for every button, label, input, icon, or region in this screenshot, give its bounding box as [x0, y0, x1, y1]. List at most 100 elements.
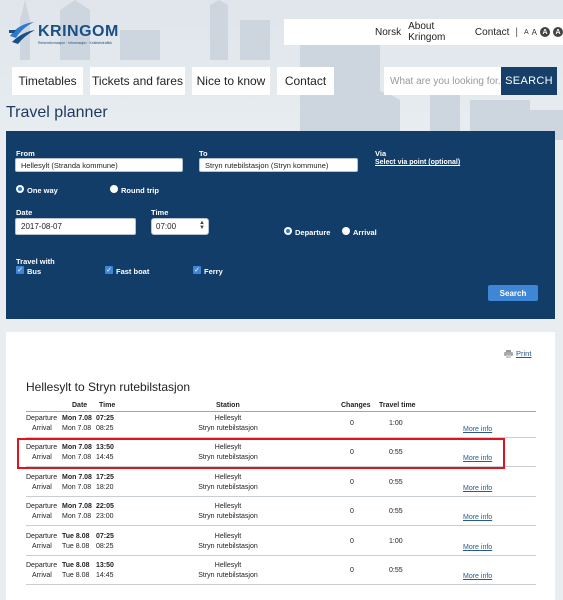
to-station: Stryn rutebilstasjon — [198, 543, 258, 550]
arrival-time: 18:20 — [96, 484, 114, 491]
arrival-time: 08:25 — [96, 543, 114, 550]
arrival-time: 23:00 — [96, 513, 114, 520]
from-station: Hellesylt — [214, 533, 242, 540]
from-station: Hellesylt — [214, 415, 242, 422]
departure-date: Tue 8.08 — [62, 533, 90, 540]
round-trip-label: Round trip — [121, 186, 159, 195]
contact-top-link[interactable]: Contact — [475, 27, 509, 38]
logo-swoosh-icon — [9, 22, 35, 44]
arrival-time: 08:25 — [96, 425, 114, 432]
nav-tickets-and-fares[interactable]: Tickets and fares — [90, 67, 185, 95]
arrival-label: Arrival — [32, 572, 52, 579]
col-header-changes: Changes — [341, 402, 371, 409]
ferry-label: Ferry — [204, 267, 223, 276]
arrival-date: Mon 7.08 — [62, 425, 92, 432]
time-select[interactable]: 07:00 ▲ ▼ — [151, 218, 209, 235]
col-header-date: Date — [72, 402, 88, 409]
bus-label: Bus — [27, 267, 42, 276]
departure-date: Tue 8.08 — [62, 562, 90, 569]
row-divider — [26, 584, 536, 585]
time-select-value: 07:00 — [156, 222, 177, 231]
print-label: Print — [516, 349, 532, 358]
about-link[interactable]: About Kringom — [408, 21, 468, 43]
departure-label: Departure — [26, 503, 58, 510]
font-size-controls: A A A A — [524, 27, 563, 37]
changes-count: 0 — [350, 567, 354, 574]
changes-count: 0 — [350, 508, 354, 515]
arrival-label: Arrival — [32, 543, 52, 550]
date-field[interactable]: 2017-08-07 — [15, 218, 136, 235]
departure-time: 07:25 — [96, 533, 114, 540]
arrival-date: Tue 8.08 — [62, 572, 90, 579]
travel-time: 1:00 — [389, 420, 403, 427]
arrival-radio[interactable] — [342, 227, 350, 235]
col-header-station: Station — [216, 402, 240, 409]
main-nav: Timetables Tickets and fares Nice to kno… — [12, 67, 334, 95]
to-field[interactable]: Stryn rutebilstasjon (Stryn kommune) — [199, 158, 358, 172]
from-station: Hellesylt — [214, 562, 242, 569]
nav-nice-to-know[interactable]: Nice to know — [192, 67, 270, 95]
departure-label: Departure — [26, 415, 58, 422]
font-small-button[interactable]: A — [524, 29, 529, 36]
printer-icon — [504, 349, 513, 358]
header-divider — [26, 411, 536, 412]
time-label: Time — [151, 208, 169, 217]
to-label: To — [199, 149, 208, 158]
departure-time: 13:50 — [96, 562, 114, 569]
col-header-time: Time — [99, 402, 116, 409]
via-point-link[interactable]: Select via point (optional) — [375, 159, 460, 166]
language-link[interactable]: Norsk — [375, 27, 401, 38]
changes-count: 0 — [350, 420, 354, 427]
arrival-date: Mon 7.08 — [62, 513, 92, 520]
more-info-link[interactable]: More info — [463, 514, 492, 521]
nav-timetables[interactable]: Timetables — [12, 67, 83, 95]
departure-label: Departure — [26, 562, 58, 569]
round-trip-radio[interactable] — [110, 185, 118, 193]
to-station: Stryn rutebilstasjon — [198, 572, 258, 579]
more-info-link[interactable]: More info — [463, 485, 492, 492]
logo-tagline: Reiseinformasjon · Informasjon · Kollekt… — [38, 41, 112, 45]
fast-boat-checkbox[interactable]: ✓ — [105, 266, 113, 274]
departure-date: Mon 7.08 — [62, 415, 92, 422]
planner-search-button[interactable]: Search — [488, 285, 538, 301]
departure-label: Departure — [26, 474, 58, 481]
arrival-label: Arrival — [353, 228, 377, 237]
row-divider — [26, 496, 536, 497]
one-way-radio[interactable] — [16, 185, 24, 193]
logo-wordmark: KRINGOM — [38, 23, 119, 40]
travel-time: 0:55 — [389, 567, 403, 574]
font-large-button[interactable]: A — [540, 27, 550, 37]
more-info-link[interactable]: More info — [463, 573, 492, 580]
font-contrast-button[interactable]: A — [553, 27, 563, 37]
to-station: Stryn rutebilstasjon — [198, 484, 258, 491]
departure-time: 17:25 — [96, 474, 114, 481]
departure-radio[interactable] — [284, 227, 292, 235]
col-header-travel-time: Travel time — [379, 402, 416, 409]
arrival-date: Tue 8.08 — [62, 543, 90, 550]
top-utility-bar: Norsk About Kringom Contact | A A A A — [284, 19, 563, 45]
from-label: From — [16, 149, 35, 158]
from-station: Hellesylt — [214, 503, 242, 510]
row-divider — [26, 525, 536, 526]
kringom-logo[interactable]: KRINGOM Reiseinformasjon · Informasjon ·… — [8, 18, 118, 54]
more-info-link[interactable]: More info — [463, 426, 492, 433]
to-station: Stryn rutebilstasjon — [198, 513, 258, 520]
page-title: Travel planner — [6, 104, 108, 121]
ferry-checkbox[interactable]: ✓ — [193, 266, 201, 274]
nav-contact[interactable]: Contact — [277, 67, 334, 95]
travel-time: 1:00 — [389, 538, 403, 545]
departure-time: 22:05 — [96, 503, 114, 510]
site-search-input[interactable] — [384, 67, 501, 95]
from-field[interactable]: Hellesylt (Stranda kommune) — [15, 158, 183, 172]
arrival-label: Arrival — [32, 513, 52, 520]
print-button[interactable]: Print — [504, 349, 531, 358]
selected-row-highlight — [17, 438, 505, 469]
from-station: Hellesylt — [214, 474, 242, 481]
arrival-label: Arrival — [32, 425, 52, 432]
bus-checkbox[interactable]: ✓ — [16, 266, 24, 274]
departure-label: Departure — [26, 533, 58, 540]
site-search-button[interactable]: SEARCH — [501, 67, 557, 95]
font-medium-button[interactable]: A — [532, 28, 537, 37]
departure-label: Departure — [295, 228, 331, 237]
more-info-link[interactable]: More info — [463, 544, 492, 551]
